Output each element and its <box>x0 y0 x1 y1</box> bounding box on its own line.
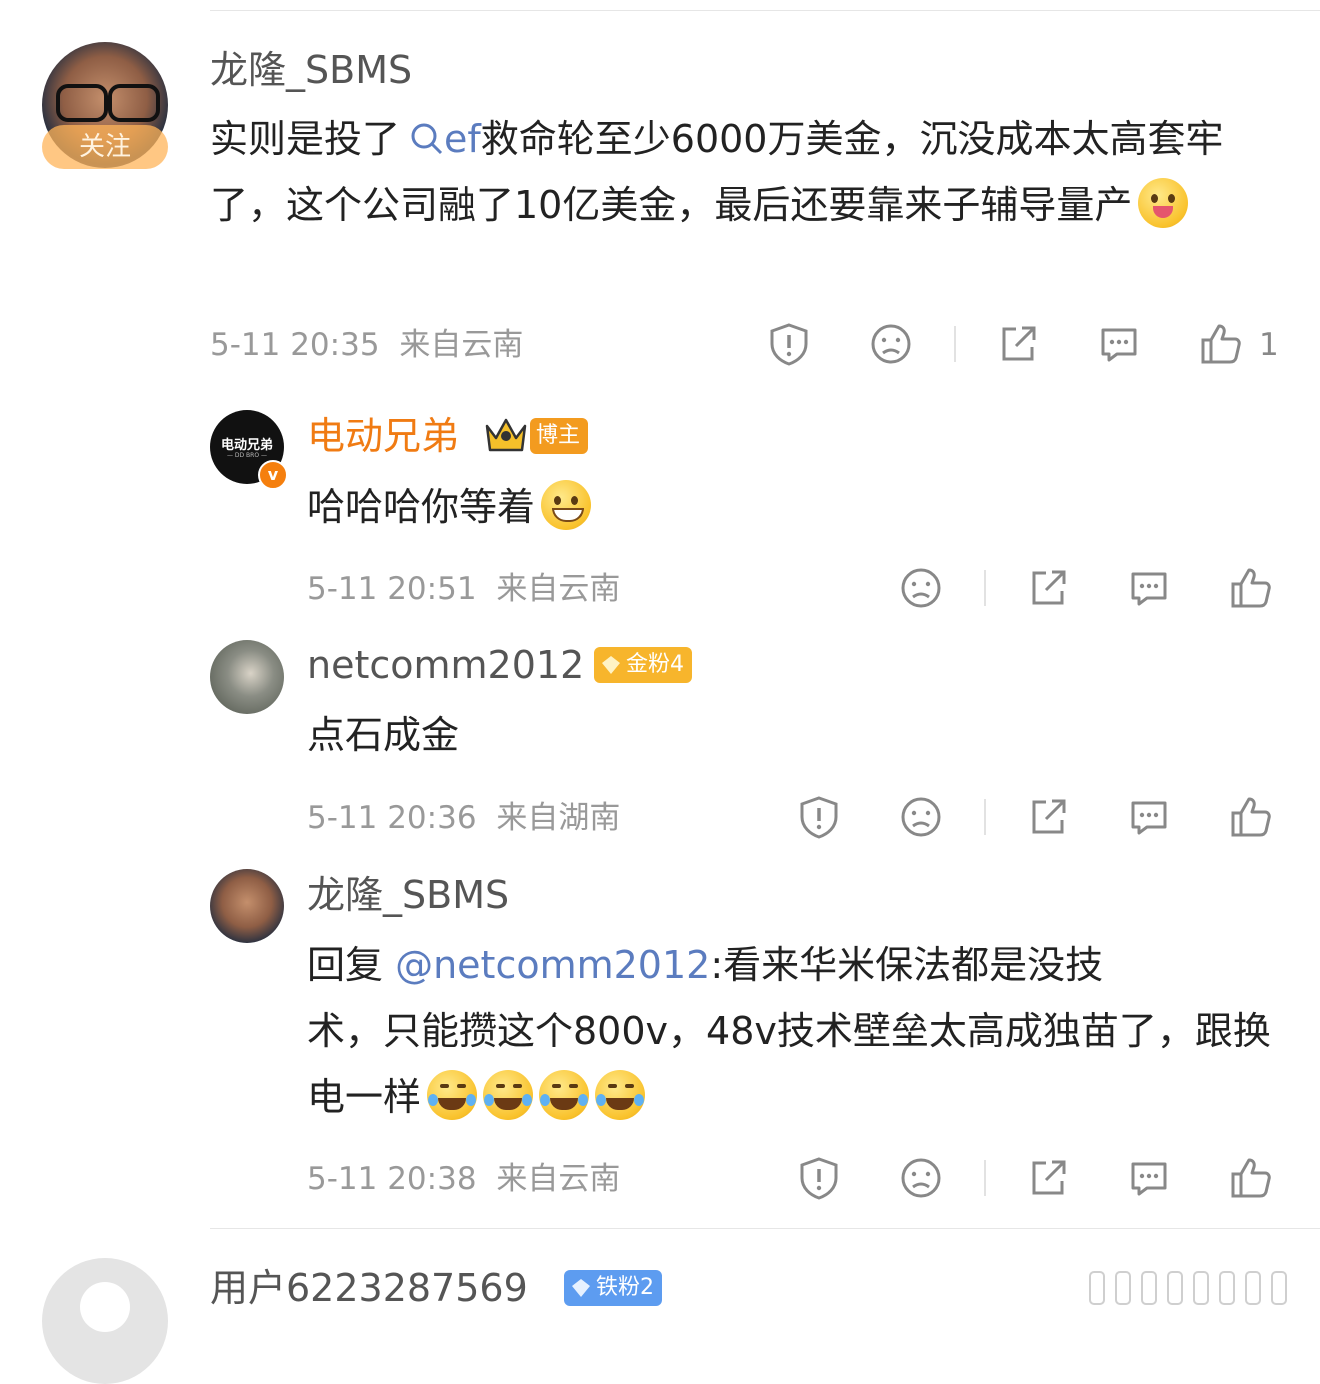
like-icon[interactable] <box>1199 322 1243 366</box>
share-icon[interactable] <box>1026 1156 1070 1200</box>
badge-label: 铁粉2 <box>596 1275 654 1300</box>
blogger-badge: 博主 <box>530 418 589 454</box>
verified-badge-icon: v <box>258 460 288 490</box>
reply-prefix: 回复 <box>307 943 396 987</box>
reply-text: 点石成金 <box>307 713 460 757</box>
timestamp: 5-11 20:35 <box>210 327 380 363</box>
watermark-icon <box>1080 1268 1310 1308</box>
location: 来自云南 <box>496 571 621 607</box>
laughing-tears-emoji <box>483 1070 534 1120</box>
share-icon[interactable] <box>1026 795 1070 839</box>
like-count: 1 <box>1259 327 1279 363</box>
diamond-icon <box>602 656 620 674</box>
share-icon[interactable] <box>1026 566 1070 610</box>
reply-icon[interactable] <box>1127 1156 1171 1200</box>
report-icon[interactable] <box>767 322 811 366</box>
location: 来自湖南 <box>496 800 621 836</box>
user-avatar[interactable] <box>210 869 284 943</box>
timestamp: 5-11 20:38 <box>307 1161 477 1197</box>
like-icon[interactable] <box>1229 795 1273 839</box>
username[interactable]: 龙隆_SBMS <box>307 873 509 917</box>
report-icon[interactable] <box>797 1156 841 1200</box>
fan-badge: 金粉4 <box>594 647 692 683</box>
timestamp: 5-11 20:51 <box>307 571 477 607</box>
timestamp: 5-11 20:36 <box>307 800 477 836</box>
action-divider <box>984 570 986 606</box>
fan-badge: 铁粉2 <box>564 1270 662 1306</box>
comment-text-part: 实则是投了 <box>210 117 401 161</box>
username[interactable]: 电动兄弟 <box>307 414 459 458</box>
comment-text: 实则是投了 ef救命轮至少6000万美金，沉没成本太高套牢了，这个公司融了10亿美… <box>210 106 1290 238</box>
tongue-face-emoji <box>1138 178 1189 228</box>
location: 来自云南 <box>399 327 524 363</box>
username[interactable]: netcomm2012 <box>307 643 584 687</box>
search-link[interactable]: ef <box>400 117 481 161</box>
mention-link[interactable]: @netcomm2012 <box>395 943 710 987</box>
like-icon[interactable] <box>1229 566 1273 610</box>
diamond-icon <box>572 1279 590 1297</box>
reply-text: 哈哈哈你等着 <box>307 474 1287 540</box>
dislike-face-icon[interactable] <box>899 566 943 610</box>
grin-emoji <box>541 480 592 530</box>
follow-button[interactable]: 关注 <box>42 125 168 169</box>
search-icon <box>411 123 443 155</box>
reply-meta: 5-11 20:36 来自湖南 <box>307 800 620 836</box>
reply-text-part: :看来华米保法都是没技 <box>710 943 1104 987</box>
reply-icon[interactable] <box>1097 322 1141 366</box>
default-avatar[interactable] <box>42 1258 168 1384</box>
action-divider <box>954 326 956 362</box>
avatar-logo-subtext: — DD BRO — <box>227 452 267 459</box>
badge-label: 金粉4 <box>626 652 684 677</box>
reply-text: 回复 @netcomm2012:看来华米保法都是没技 术，只能攒这个800v，48… <box>307 932 1297 1130</box>
share-icon[interactable] <box>996 322 1040 366</box>
action-divider <box>984 1160 986 1196</box>
dislike-face-icon[interactable] <box>899 1156 943 1200</box>
reply-icon[interactable] <box>1127 795 1171 839</box>
default-avatar-head-icon <box>80 1282 130 1332</box>
dislike-face-icon[interactable] <box>899 795 943 839</box>
top-divider <box>210 10 1320 11</box>
reply-text-content: 哈哈哈你等着 <box>307 485 536 529</box>
username[interactable]: 用户6223287569 <box>210 1266 528 1310</box>
laughing-tears-emoji <box>595 1070 646 1120</box>
dislike-face-icon[interactable] <box>869 322 913 366</box>
glasses-lens-icon <box>108 84 160 122</box>
location: 来自云南 <box>496 1161 621 1197</box>
glasses-icon <box>56 84 108 122</box>
comment-divider <box>210 1228 1320 1229</box>
laughing-tears-emoji <box>427 1070 478 1120</box>
comment-meta: 5-11 20:35 来自云南 <box>210 327 523 363</box>
like-icon[interactable] <box>1229 1156 1273 1200</box>
laughing-tears-emoji <box>539 1070 590 1120</box>
crown-icon <box>484 414 528 454</box>
search-link-label[interactable]: ef <box>444 117 481 161</box>
badge-label: 博主 <box>536 423 581 448</box>
reply-meta: 5-11 20:38 来自云南 <box>307 1161 620 1197</box>
action-divider <box>984 799 986 835</box>
username[interactable]: 龙隆_SBMS <box>210 48 412 92</box>
user-avatar[interactable] <box>210 640 284 714</box>
avatar-logo-text: 电动兄弟 <box>220 438 273 453</box>
report-icon[interactable] <box>797 795 841 839</box>
reply-meta: 5-11 20:51 来自云南 <box>307 571 620 607</box>
reply-icon[interactable] <box>1127 566 1171 610</box>
